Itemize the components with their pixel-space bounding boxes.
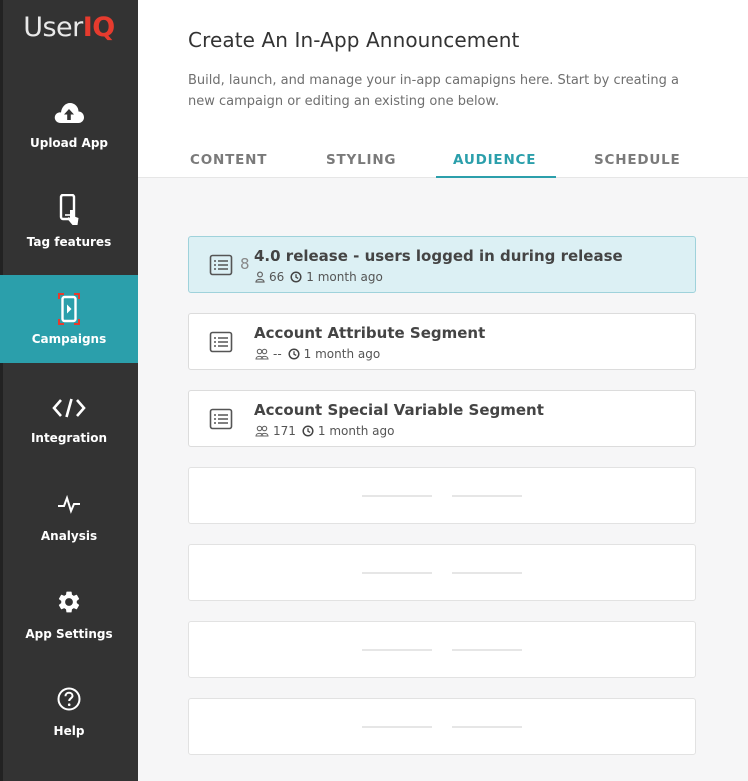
help-icon <box>0 686 138 712</box>
cursor-glyph: 8 <box>240 255 250 273</box>
segment-row[interactable]: 8 4.0 release - users logged in during r… <box>188 236 696 293</box>
sidebar-item-integration[interactable]: Integration <box>0 385 138 473</box>
segment-meta: -- 1 month ago <box>255 347 380 361</box>
sidebar-item-label: Help <box>53 724 85 738</box>
segment-row[interactable]: Account Special Variable Segment 171 1 m… <box>188 390 696 447</box>
sidebar-item-help[interactable]: Help <box>0 678 138 766</box>
code-icon <box>0 395 138 421</box>
segment-user-count: -- <box>273 347 282 361</box>
loading-placeholder <box>188 467 696 524</box>
list-doc-icon <box>209 331 233 353</box>
logo-text-iq: IQ <box>82 12 116 43</box>
app-logo[interactable]: UserIQ <box>0 12 138 43</box>
sidebar-item-upload-app[interactable]: Upload App <box>0 92 138 180</box>
placeholder-line <box>452 572 522 574</box>
placeholder-line <box>362 649 432 651</box>
segment-updated-time: 1 month ago <box>306 270 383 284</box>
page-header: Create An In-App Announcement Build, lau… <box>138 0 748 178</box>
loading-placeholder <box>188 621 696 678</box>
sidebar-item-label: Analysis <box>40 529 98 543</box>
segment-title: 4.0 release - users logged in during rel… <box>254 247 623 265</box>
tab-audience[interactable]: AUDIENCE <box>453 152 536 168</box>
page-title: Create An In-App Announcement <box>188 28 520 52</box>
sidebar-item-campaigns[interactable]: Campaigns <box>0 275 138 363</box>
segment-updated-time: 1 month ago <box>303 347 381 361</box>
segment-meta: 66 1 month ago <box>255 270 383 284</box>
sidebar-item-tag-features[interactable]: Tag features <box>0 188 138 276</box>
sidebar-item-label: App Settings <box>25 627 113 641</box>
segment-user-count: 66 <box>269 270 285 284</box>
sidebar-item-label: Upload App <box>29 136 109 150</box>
placeholder-line <box>362 726 432 728</box>
active-tab-indicator <box>436 176 556 178</box>
tab-content[interactable]: CONTENT <box>190 152 267 168</box>
campaign-phone-icon <box>0 291 138 327</box>
placeholder-line <box>452 495 522 497</box>
segment-title: Account Special Variable Segment <box>254 401 544 419</box>
sidebar: UserIQ Upload App Tag features Campaigns… <box>0 0 138 781</box>
loading-placeholder <box>188 698 696 755</box>
clock-icon <box>288 348 300 360</box>
placeholder-line <box>362 495 432 497</box>
pulse-icon <box>0 491 138 517</box>
sidebar-item-label: Campaigns <box>31 332 107 346</box>
clock-icon <box>302 425 314 437</box>
phone-tap-icon <box>0 194 138 226</box>
segment-updated-time: 1 month ago <box>317 424 395 438</box>
users-icon <box>255 425 269 437</box>
tab-schedule[interactable]: SCHEDULE <box>594 152 681 168</box>
placeholder-line <box>452 726 522 728</box>
page-description: Build, launch, and manage your in-app ca… <box>188 73 679 109</box>
sidebar-item-label: Integration <box>30 431 108 445</box>
loading-placeholder <box>188 544 696 601</box>
user-icon <box>255 271 265 283</box>
gear-icon <box>0 589 138 615</box>
cloud-upload-icon <box>0 100 138 126</box>
logo-text-user: User <box>23 12 83 43</box>
list-doc-icon <box>209 408 233 430</box>
sidebar-item-label: Tag features <box>26 235 112 249</box>
clock-icon <box>290 271 302 283</box>
segment-row[interactable]: Account Attribute Segment -- 1 month ago <box>188 313 696 370</box>
users-icon <box>255 348 269 360</box>
sidebar-item-analysis[interactable]: Analysis <box>0 483 138 571</box>
sidebar-item-app-settings[interactable]: App Settings <box>0 580 138 668</box>
main-content: Create An In-App Announcement Build, lau… <box>138 0 748 781</box>
placeholder-line <box>362 572 432 574</box>
segment-user-count: 171 <box>273 424 296 438</box>
segment-title: Account Attribute Segment <box>254 324 486 342</box>
tab-styling[interactable]: STYLING <box>326 152 396 168</box>
placeholder-line <box>452 649 522 651</box>
segment-meta: 171 1 month ago <box>255 424 394 438</box>
list-doc-icon <box>209 254 233 276</box>
